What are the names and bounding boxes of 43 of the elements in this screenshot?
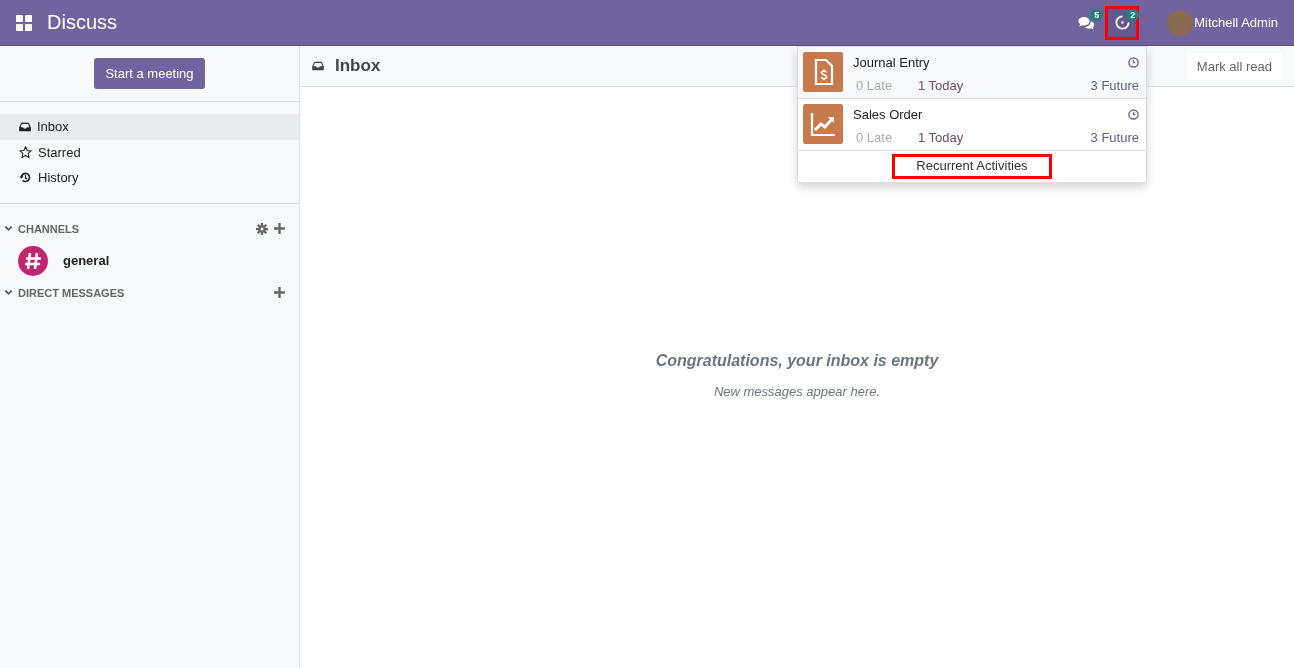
empty-state-title: Congratulations, your inbox is empty	[654, 352, 940, 370]
inbox-icon	[19, 121, 31, 132]
activity-group-item[interactable]: Sales Order 0 Late 1 Today 3 Future	[798, 99, 1146, 151]
collapse-chevron-icon[interactable]	[4, 224, 13, 233]
activity-group-item[interactable]: Journal Entry 0 Late 1 Today 3 Future	[798, 47, 1146, 99]
clock-icon[interactable]	[1128, 57, 1139, 68]
section-header[interactable]: DIRECT MESSAGES	[18, 286, 268, 299]
history-icon	[19, 171, 32, 185]
mark-all-read-button[interactable]: Mark all read	[1186, 52, 1282, 80]
today-count[interactable]: 1 Today	[918, 78, 1091, 93]
channel-hash-icon	[18, 245, 48, 276]
document-dollar-icon	[803, 52, 843, 92]
app-title: Discuss	[47, 11, 117, 34]
recurrent-activities-button[interactable]: Recurrent Activities	[892, 154, 1052, 179]
clock-icon[interactable]	[1128, 109, 1139, 120]
activity-count-badge: 2	[1126, 8, 1140, 21]
mailbox-item[interactable]: Inbox	[0, 114, 299, 140]
page-title: Inbox	[335, 56, 381, 76]
chart-icon	[803, 104, 843, 144]
start-meeting-button[interactable]: Start a meeting	[94, 58, 205, 89]
today-count[interactable]: 1 Today	[918, 130, 1091, 145]
section-header[interactable]: CHANNELS	[18, 222, 250, 235]
empty-state-text: New messages appear here.	[712, 384, 882, 399]
activities-button[interactable]: 2	[1105, 5, 1140, 40]
mailbox-item[interactable]: History	[0, 165, 299, 191]
unread-count-badge: 5	[1090, 8, 1104, 21]
inbox-icon	[312, 61, 324, 71]
add-icon[interactable]	[274, 223, 285, 234]
channel-item[interactable]: general	[0, 241, 299, 280]
chat-bubbles-icon	[1077, 15, 1095, 30]
activity-model-name: Sales Order	[853, 107, 923, 122]
star-icon	[19, 145, 32, 159]
apps-menu-icon[interactable]	[16, 14, 32, 31]
mailbox-item[interactable]: Starred	[0, 139, 299, 165]
future-count[interactable]: 3 Future	[1090, 78, 1139, 93]
activity-model-name: Journal Entry	[853, 55, 930, 70]
user-name[interactable]: Mitchell Admin	[1194, 15, 1278, 30]
clock-icon	[1114, 15, 1130, 30]
future-count[interactable]: 3 Future	[1090, 130, 1139, 145]
settings-icon[interactable]	[256, 222, 268, 235]
collapse-chevron-icon[interactable]	[4, 288, 13, 297]
add-icon[interactable]	[274, 287, 285, 298]
messages-button[interactable]: 5	[1069, 5, 1104, 40]
